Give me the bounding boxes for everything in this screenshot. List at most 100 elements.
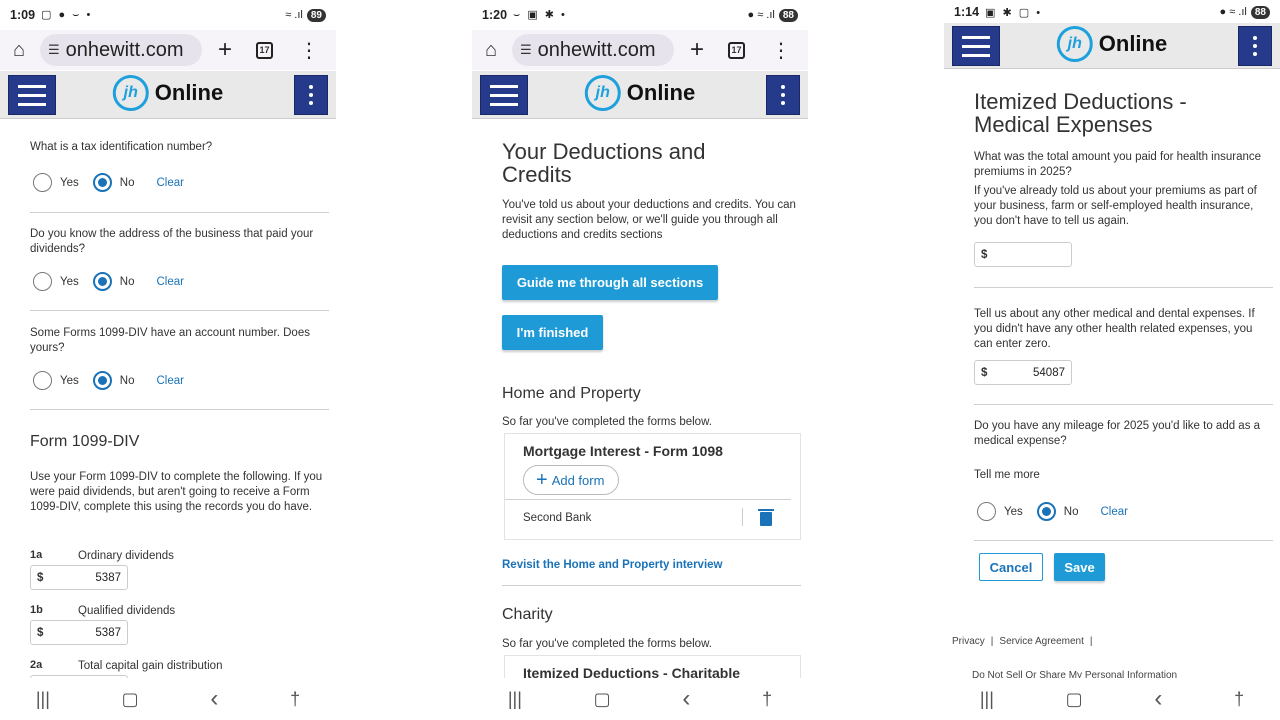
radio-no-label: No bbox=[119, 176, 135, 189]
radio-yes[interactable] bbox=[33, 272, 52, 291]
divider bbox=[502, 585, 801, 586]
new-tab-icon[interactable]: + bbox=[212, 36, 238, 64]
plus-icon: + bbox=[536, 468, 548, 491]
finished-button[interactable]: I'm finished bbox=[502, 315, 603, 350]
more-vert-icon[interactable] bbox=[1238, 26, 1272, 66]
more-vert-icon[interactable] bbox=[766, 75, 800, 115]
ordinary-dividends-input[interactable]: $5387 bbox=[30, 565, 128, 590]
footer-separator: | bbox=[1089, 636, 1093, 647]
question-account-number: Some Forms 1099-DIV have an account numb… bbox=[30, 327, 310, 354]
url-bar[interactable]: ☰ onhewitt.com bbox=[512, 34, 674, 66]
charity-completed-text: So far you've completed the forms below. bbox=[502, 638, 712, 650]
recents-icon[interactable]: ||| bbox=[980, 689, 994, 710]
more-vert-icon[interactable] bbox=[294, 75, 328, 115]
premiums-note: If you've already told us about your pre… bbox=[974, 185, 1257, 227]
back-icon[interactable]: ‹ bbox=[682, 685, 690, 713]
completed-text: So far you've completed the forms below. bbox=[502, 416, 712, 428]
cancel-button[interactable]: Cancel bbox=[979, 553, 1043, 581]
add-form-button[interactable]: + Add form bbox=[523, 465, 620, 495]
radio-yes[interactable] bbox=[33, 371, 52, 390]
radio-no[interactable] bbox=[92, 371, 112, 390]
tell-me-more-link[interactable]: Tell me more bbox=[974, 468, 1040, 483]
other-expenses-input[interactable]: $54087 bbox=[974, 360, 1072, 385]
notification-icons: ⌣ ▣ ✱ • bbox=[513, 9, 567, 21]
app-header: jh Online bbox=[472, 71, 808, 119]
battery-icon: 88 bbox=[1250, 5, 1270, 19]
brand-name: Online bbox=[1098, 31, 1168, 56]
battery-icon: 89 bbox=[306, 8, 326, 22]
field-code: 1b bbox=[30, 604, 43, 616]
field-label: Qualified dividends bbox=[78, 605, 176, 617]
mortgage-card: Mortgage Interest - Form 1098 + Add form … bbox=[504, 433, 801, 540]
currency-symbol: $ bbox=[37, 571, 44, 584]
location-wifi-signal-icon: ● ≈ .ıl bbox=[747, 9, 775, 21]
input-value: 5387 bbox=[95, 571, 121, 584]
radio-group-mileage: Yes No Clear bbox=[977, 502, 1128, 521]
clear-link[interactable]: Clear bbox=[1100, 506, 1127, 518]
hamburger-icon[interactable] bbox=[952, 26, 1000, 66]
url-bar[interactable]: ☰ onhewitt.com bbox=[40, 34, 202, 66]
home-icon[interactable]: ⌂ bbox=[8, 39, 30, 61]
tune-icon[interactable]: ☰ bbox=[48, 42, 60, 58]
divider bbox=[505, 499, 791, 500]
lender-name[interactable]: Second Bank bbox=[523, 512, 591, 524]
field-label: Total capital gain distribution bbox=[78, 660, 223, 672]
tin-help-link[interactable]: What is a tax identification number? bbox=[30, 140, 212, 155]
clear-link[interactable]: Clear bbox=[156, 177, 183, 189]
jh-logo: jh Online bbox=[584, 75, 695, 111]
tune-icon[interactable]: ☰ bbox=[520, 42, 532, 58]
home-icon[interactable]: ⌂ bbox=[480, 39, 502, 61]
back-icon[interactable]: ‹ bbox=[210, 685, 218, 713]
tabs-icon[interactable]: 17 bbox=[728, 41, 745, 59]
radio-no-label: No bbox=[119, 275, 135, 288]
revisit-link[interactable]: Revisit the Home and Property interview bbox=[502, 559, 722, 571]
back-icon[interactable]: ‹ bbox=[1154, 685, 1162, 713]
tabs-icon[interactable]: 17 bbox=[256, 41, 273, 59]
logo-icon: jh bbox=[1056, 26, 1093, 62]
footer-links: Privacy | Service Agreement | bbox=[952, 636, 1093, 647]
section-description: Use your Form 1099-DIV to complete the f… bbox=[30, 471, 323, 513]
radio-no[interactable] bbox=[1036, 502, 1056, 521]
input-value: 5387 bbox=[95, 626, 121, 639]
radio-no[interactable] bbox=[92, 173, 112, 192]
clear-link[interactable]: Clear bbox=[156, 276, 183, 288]
clear-link[interactable]: Clear bbox=[156, 375, 183, 387]
divider bbox=[974, 287, 1273, 288]
logo-icon: jh bbox=[584, 75, 621, 111]
radio-yes[interactable] bbox=[977, 502, 996, 521]
phone-screen-1: 1:09 ▢ ● ⌣ • ≈ .ıl 89 ⌂ ☰ onhewitt.com + … bbox=[0, 0, 336, 720]
accessibility-icon[interactable]: † bbox=[290, 689, 300, 710]
url-text: onhewitt.com bbox=[65, 38, 184, 61]
service-agreement-link[interactable]: Service Agreement bbox=[999, 636, 1084, 647]
home-button-icon[interactable]: ▢ bbox=[1066, 689, 1083, 710]
charity-card-title: Itemized Deductions - Charitable bbox=[523, 665, 741, 678]
divider bbox=[974, 540, 1273, 541]
radio-yes-label: Yes bbox=[1004, 505, 1023, 518]
charity-title: Charity bbox=[502, 606, 553, 623]
do-not-sell-link[interactable]: Do Not Sell Or Share My Personal Informa… bbox=[972, 670, 1177, 678]
radio-yes-label: Yes bbox=[60, 176, 79, 189]
hamburger-icon[interactable] bbox=[8, 75, 56, 115]
accessibility-icon[interactable]: † bbox=[1234, 689, 1244, 710]
recents-icon[interactable]: ||| bbox=[508, 689, 522, 710]
new-tab-icon[interactable]: + bbox=[684, 36, 710, 64]
radio-no[interactable] bbox=[92, 272, 112, 291]
guide-me-button[interactable]: Guide me through all sections bbox=[502, 265, 718, 300]
trash-icon[interactable] bbox=[758, 509, 774, 526]
more-vert-icon[interactable]: ⋮ bbox=[771, 38, 791, 63]
premiums-input[interactable]: $ bbox=[974, 242, 1072, 267]
save-button[interactable]: Save bbox=[1054, 553, 1105, 581]
radio-yes[interactable] bbox=[33, 173, 52, 192]
qualified-dividends-input[interactable]: $5387 bbox=[30, 620, 128, 645]
status-bar: 1:20 ⌣ ▣ ✱ • ● ≈ .ıl 88 bbox=[472, 0, 808, 30]
recents-icon[interactable]: ||| bbox=[36, 689, 50, 710]
currency-symbol: $ bbox=[981, 366, 988, 379]
status-bar: 1:09 ▢ ● ⌣ • ≈ .ıl 89 bbox=[0, 0, 336, 30]
accessibility-icon[interactable]: † bbox=[762, 689, 772, 710]
android-nav-bar: ||| ▢ ‹ † bbox=[944, 678, 1280, 720]
home-button-icon[interactable]: ▢ bbox=[594, 689, 611, 710]
privacy-link[interactable]: Privacy bbox=[952, 636, 985, 647]
more-vert-icon[interactable]: ⋮ bbox=[299, 38, 319, 63]
home-button-icon[interactable]: ▢ bbox=[122, 689, 139, 710]
hamburger-icon[interactable] bbox=[480, 75, 528, 115]
